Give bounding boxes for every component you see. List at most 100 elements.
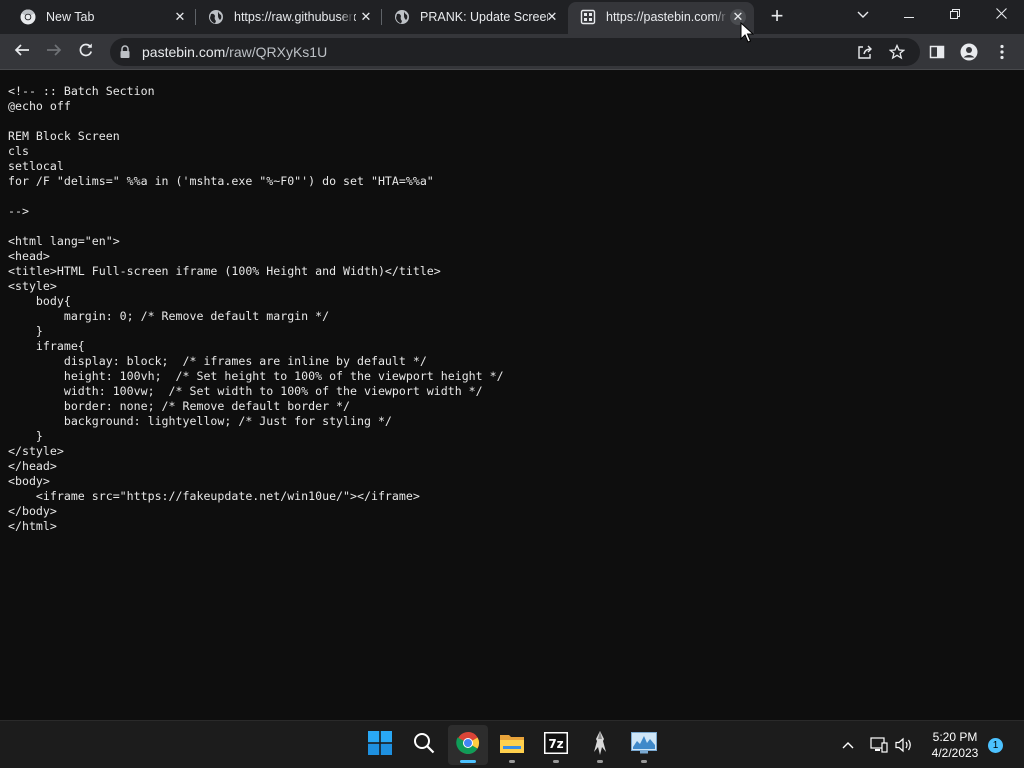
- code-line: </style>: [8, 444, 64, 458]
- new-tab-button[interactable]: +: [766, 5, 788, 28]
- close-window-button[interactable]: [978, 0, 1024, 30]
- tab-title: https://raw.githubuserc: [234, 10, 356, 24]
- minimize-button[interactable]: [886, 0, 932, 30]
- globe-icon: [394, 9, 410, 25]
- windows-taskbar: 7z 5:20 PM 4/2/2023 1: [0, 720, 1024, 768]
- network-icon[interactable]: [869, 735, 889, 755]
- code-line: <body>: [8, 474, 50, 488]
- code-line: for /F "delims=" %%a in ('mshta.exe "%~F…: [8, 174, 434, 188]
- tab-new-tab[interactable]: New Tab ✕: [8, 0, 196, 34]
- code-line: </html>: [8, 519, 57, 533]
- volume-icon[interactable]: [894, 735, 914, 755]
- restore-button[interactable]: [932, 0, 978, 30]
- taskbar-search-button[interactable]: [404, 725, 444, 765]
- running-app-indicator: [509, 760, 515, 763]
- taskbar-clock[interactable]: 5:20 PM 4/2/2023: [918, 729, 992, 761]
- arrow-right-icon: [46, 42, 62, 63]
- share-icon[interactable]: [856, 43, 874, 61]
- taskbar-resource-monitor[interactable]: [624, 725, 664, 765]
- tab-title: New Tab: [46, 10, 95, 24]
- resource-monitor-icon: [631, 731, 657, 759]
- code-line: iframe{: [8, 339, 85, 353]
- chevron-down-icon: [857, 6, 869, 24]
- browser-toolbar: pastebin.com/raw/QRXyKs1U: [0, 34, 1024, 70]
- restore-icon: [950, 6, 960, 24]
- show-hidden-icons-chevron-up-icon[interactable]: [838, 735, 858, 755]
- taskbar-file-explorer[interactable]: [492, 725, 532, 765]
- tab-prank-update-screen[interactable]: PRANK: Update Screen ✕: [382, 0, 568, 34]
- tab-raw-githubusercontent[interactable]: https://raw.githubuserc ✕: [196, 0, 382, 34]
- tab-pastebin-active[interactable]: https://pastebin.com/r ✕: [568, 2, 754, 34]
- taskbar-inkscape[interactable]: [580, 725, 620, 765]
- active-app-indicator: [460, 760, 476, 763]
- code-line: cls: [8, 144, 29, 158]
- mouse-cursor-icon: [740, 22, 754, 43]
- code-line: <title>HTML Full-screen iframe (100% Hei…: [8, 264, 441, 278]
- code-line: background: lightyellow; /* Just for sty…: [8, 414, 392, 428]
- clock-time: 5:20 PM: [932, 730, 978, 744]
- code-line: <head>: [8, 249, 50, 263]
- running-app-indicator: [553, 760, 559, 763]
- more-menu-icon[interactable]: [992, 42, 1012, 62]
- running-app-indicator: [597, 760, 603, 763]
- code-line: <iframe src="https://fakeupdate.net/win1…: [8, 489, 420, 503]
- page-content: <!-- :: Batch Section @echo offREM Block …: [0, 70, 1024, 720]
- code-line: @echo off: [8, 99, 71, 113]
- code-line: </body>: [8, 504, 57, 518]
- code-line: <style>: [8, 279, 57, 293]
- search-icon: [413, 732, 435, 759]
- globe-icon: [208, 9, 224, 25]
- svg-text:7z: 7z: [548, 737, 563, 751]
- lock-icon[interactable]: [119, 45, 131, 64]
- code-line: <!-- :: Batch Section: [8, 84, 155, 98]
- url-path: /raw/QRXyKs1U: [225, 44, 328, 60]
- url-text: pastebin.com/raw/QRXyKs1U: [142, 44, 327, 60]
- back-button[interactable]: [10, 40, 34, 64]
- profile-avatar-icon[interactable]: [959, 42, 979, 62]
- bookmark-star-icon[interactable]: [888, 43, 906, 61]
- 7zip-icon: 7z: [544, 731, 568, 759]
- file-explorer-icon: [499, 732, 525, 759]
- reload-button[interactable]: [74, 40, 98, 64]
- taskbar-chrome[interactable]: [448, 725, 488, 765]
- tab-title: https://pastebin.com/r: [606, 10, 726, 24]
- raw-text-content: <!-- :: Batch Section @echo offREM Block …: [8, 84, 504, 534]
- code-line: border: none; /* Remove default border *…: [8, 399, 351, 413]
- code-line: height: 100vh; /* Set height to 100% of …: [8, 369, 504, 383]
- code-line: <html lang="en">: [8, 234, 120, 248]
- close-icon[interactable]: ✕: [172, 9, 188, 25]
- tab-title-fade: [340, 0, 354, 34]
- forward-button[interactable]: [42, 40, 66, 64]
- address-bar[interactable]: pastebin.com/raw/QRXyKs1U: [110, 38, 920, 66]
- close-icon[interactable]: ✕: [358, 9, 374, 25]
- notification-badge[interactable]: 1: [988, 738, 1003, 753]
- running-app-indicator: [641, 760, 647, 763]
- start-button[interactable]: [360, 725, 400, 765]
- taskbar-7zip[interactable]: 7z: [536, 725, 576, 765]
- code-line: body{: [8, 294, 71, 308]
- code-line: margin: 0; /* Remove default margin */: [8, 309, 330, 323]
- code-line: }: [8, 429, 43, 443]
- pastebin-icon: [580, 9, 596, 25]
- close-icon: [995, 6, 1007, 24]
- code-line: width: 100vw; /* Set width to 100% of th…: [8, 384, 483, 398]
- tab-search-button[interactable]: [840, 0, 886, 30]
- chrome-icon: [20, 9, 36, 25]
- side-panel-icon[interactable]: [927, 42, 947, 62]
- start-icon: [368, 730, 392, 760]
- code-line: </head>: [8, 459, 57, 473]
- chrome-icon: [456, 731, 480, 760]
- tab-title-fade: [714, 2, 728, 34]
- close-icon[interactable]: ✕: [544, 9, 560, 25]
- url-host: pastebin.com: [142, 44, 226, 60]
- reload-icon: [78, 42, 94, 63]
- code-line: REM Block Screen: [8, 129, 120, 143]
- code-line: -->: [8, 204, 29, 218]
- minimize-icon: [904, 6, 914, 24]
- code-line: }: [8, 324, 43, 338]
- inkscape-icon: [590, 730, 610, 761]
- tab-title: PRANK: Update Screen: [420, 10, 548, 24]
